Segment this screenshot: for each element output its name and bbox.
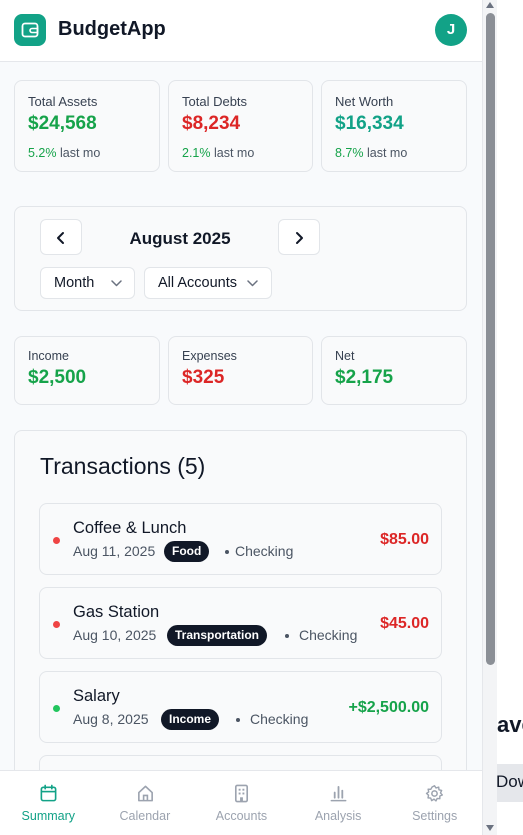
- gear-icon: [426, 784, 444, 802]
- transaction-date: Aug 11, 2025: [73, 543, 156, 559]
- chevron-down-icon: [247, 280, 258, 287]
- change-suffix: last mo: [59, 146, 101, 160]
- transaction-row[interactable]: Coffee & Lunch Aug 11, 2025 Food Checkin…: [39, 503, 442, 575]
- income-dot-icon: [53, 705, 60, 712]
- next-month-button[interactable]: [278, 219, 320, 255]
- total-debts-card: Total Debts $8,234 2.1% last mo: [168, 80, 313, 172]
- expense-dot-icon: [53, 537, 60, 544]
- nav-analysis[interactable]: Analysis: [290, 771, 387, 835]
- transaction-account: Checking: [299, 627, 358, 643]
- range-select-value: Month: [54, 275, 95, 291]
- range-select[interactable]: Month: [40, 267, 135, 299]
- transaction-name: Gas Station: [73, 603, 160, 621]
- expense-dot-icon: [53, 621, 60, 628]
- scroll-up-arrow-icon[interactable]: [486, 2, 494, 8]
- category-badge: Transportation: [167, 625, 268, 646]
- transaction-row[interactable]: Salary Aug 8, 2025 Income Checking +$2,5…: [39, 671, 442, 743]
- total-label: Income: [28, 349, 69, 363]
- account-select-value: All Accounts: [158, 275, 237, 291]
- wallet-logo-icon: [14, 14, 46, 46]
- nav-label: Settings: [412, 809, 458, 823]
- transaction-date: Aug 8, 2025: [73, 711, 149, 727]
- separator-dot: [236, 718, 240, 722]
- user-avatar[interactable]: J: [435, 14, 467, 46]
- stat-label: Total Assets: [28, 94, 98, 109]
- transaction-account: Checking: [250, 711, 309, 727]
- total-label: Expenses: [182, 349, 237, 363]
- vertical-scrollbar[interactable]: [483, 0, 497, 835]
- nav-summary[interactable]: Summary: [0, 771, 97, 835]
- change-suffix: last mo: [213, 146, 255, 160]
- change-suffix: last mo: [366, 146, 408, 160]
- transaction-date: Aug 10, 2025: [73, 627, 157, 643]
- nav-label: Accounts: [215, 809, 268, 823]
- account-select[interactable]: All Accounts: [144, 267, 272, 299]
- transaction-name: Coffee & Lunch: [73, 519, 187, 537]
- chevron-right-icon: [296, 232, 303, 244]
- change-percent: 5.2%: [28, 146, 57, 160]
- transactions-title: Transactions (5): [40, 453, 206, 479]
- transaction-account: Checking: [235, 543, 294, 559]
- top-bar: BudgetApp J: [0, 0, 482, 62]
- stat-value: $24,568: [28, 113, 97, 134]
- transaction-amount: $85.00: [380, 531, 429, 548]
- total-value: $2,175: [335, 367, 394, 388]
- nav-calendar[interactable]: Calendar: [97, 771, 194, 835]
- expenses-total-card: Expenses $325: [168, 336, 313, 405]
- main-column: BudgetApp J Total Assets $24,568 5.2% la…: [0, 0, 483, 835]
- stat-value: $16,334: [335, 113, 404, 134]
- income-total-card: Income $2,500: [14, 336, 160, 405]
- background-bar-text-fragment: Dow: [496, 772, 523, 791]
- category-badge: Food: [164, 541, 210, 562]
- scroll-down-arrow-icon[interactable]: [486, 825, 494, 831]
- background-heading-fragment: ave: [497, 712, 523, 737]
- transaction-row[interactable]: Gas Station Aug 10, 2025 Transportation …: [39, 587, 442, 659]
- net-total-card: Net $2,175: [321, 336, 467, 405]
- building-icon: [235, 784, 249, 803]
- total-value: $325: [182, 367, 225, 388]
- home-icon: [137, 785, 153, 802]
- transaction-name: Salary: [73, 687, 120, 705]
- net-worth-card: Net Worth $16,334 8.7% last mo: [321, 80, 467, 172]
- nav-label: Calendar: [119, 809, 171, 823]
- separator-dot: [225, 550, 229, 554]
- nav-label: Summary: [21, 809, 76, 823]
- stat-change: 2.1% last mo: [182, 146, 254, 160]
- nav-accounts[interactable]: Accounts: [193, 771, 290, 835]
- app-title: BudgetApp: [58, 18, 166, 40]
- stat-label: Net Worth: [335, 94, 394, 109]
- transaction-amount: $45.00: [380, 615, 429, 632]
- stat-value: $8,234: [182, 113, 241, 134]
- stat-change: 5.2% last mo: [28, 146, 100, 160]
- period-title: August 2025: [129, 229, 231, 248]
- calendar-icon: [40, 784, 57, 802]
- total-value: $2,500: [28, 367, 87, 388]
- stat-label: Total Debts: [182, 94, 248, 109]
- change-percent: 2.1%: [182, 146, 211, 160]
- total-assets-card: Total Assets $24,568 5.2% last mo: [14, 80, 160, 172]
- bar-chart-icon: [330, 785, 347, 802]
- change-percent: 8.7%: [335, 146, 364, 160]
- bottom-navigation: Summary Calendar Accounts Analysis Setti…: [0, 770, 482, 835]
- chevron-down-icon: [111, 280, 122, 287]
- category-badge: Income: [161, 709, 220, 730]
- total-label: Net: [335, 349, 355, 363]
- app-window: ave Dow BudgetApp J Total Assets $24,568…: [0, 0, 523, 835]
- previous-month-button[interactable]: [40, 219, 82, 255]
- separator-dot: [285, 634, 289, 638]
- stat-change: 8.7% last mo: [335, 146, 407, 160]
- nav-label: Analysis: [314, 809, 362, 823]
- nav-settings[interactable]: Settings: [386, 771, 482, 835]
- chevron-left-icon: [57, 232, 64, 244]
- period-selector: August 2025 Month All Accounts: [14, 206, 467, 311]
- scrollbar-thumb[interactable]: [486, 13, 495, 665]
- transaction-amount: +$2,500.00: [348, 699, 429, 716]
